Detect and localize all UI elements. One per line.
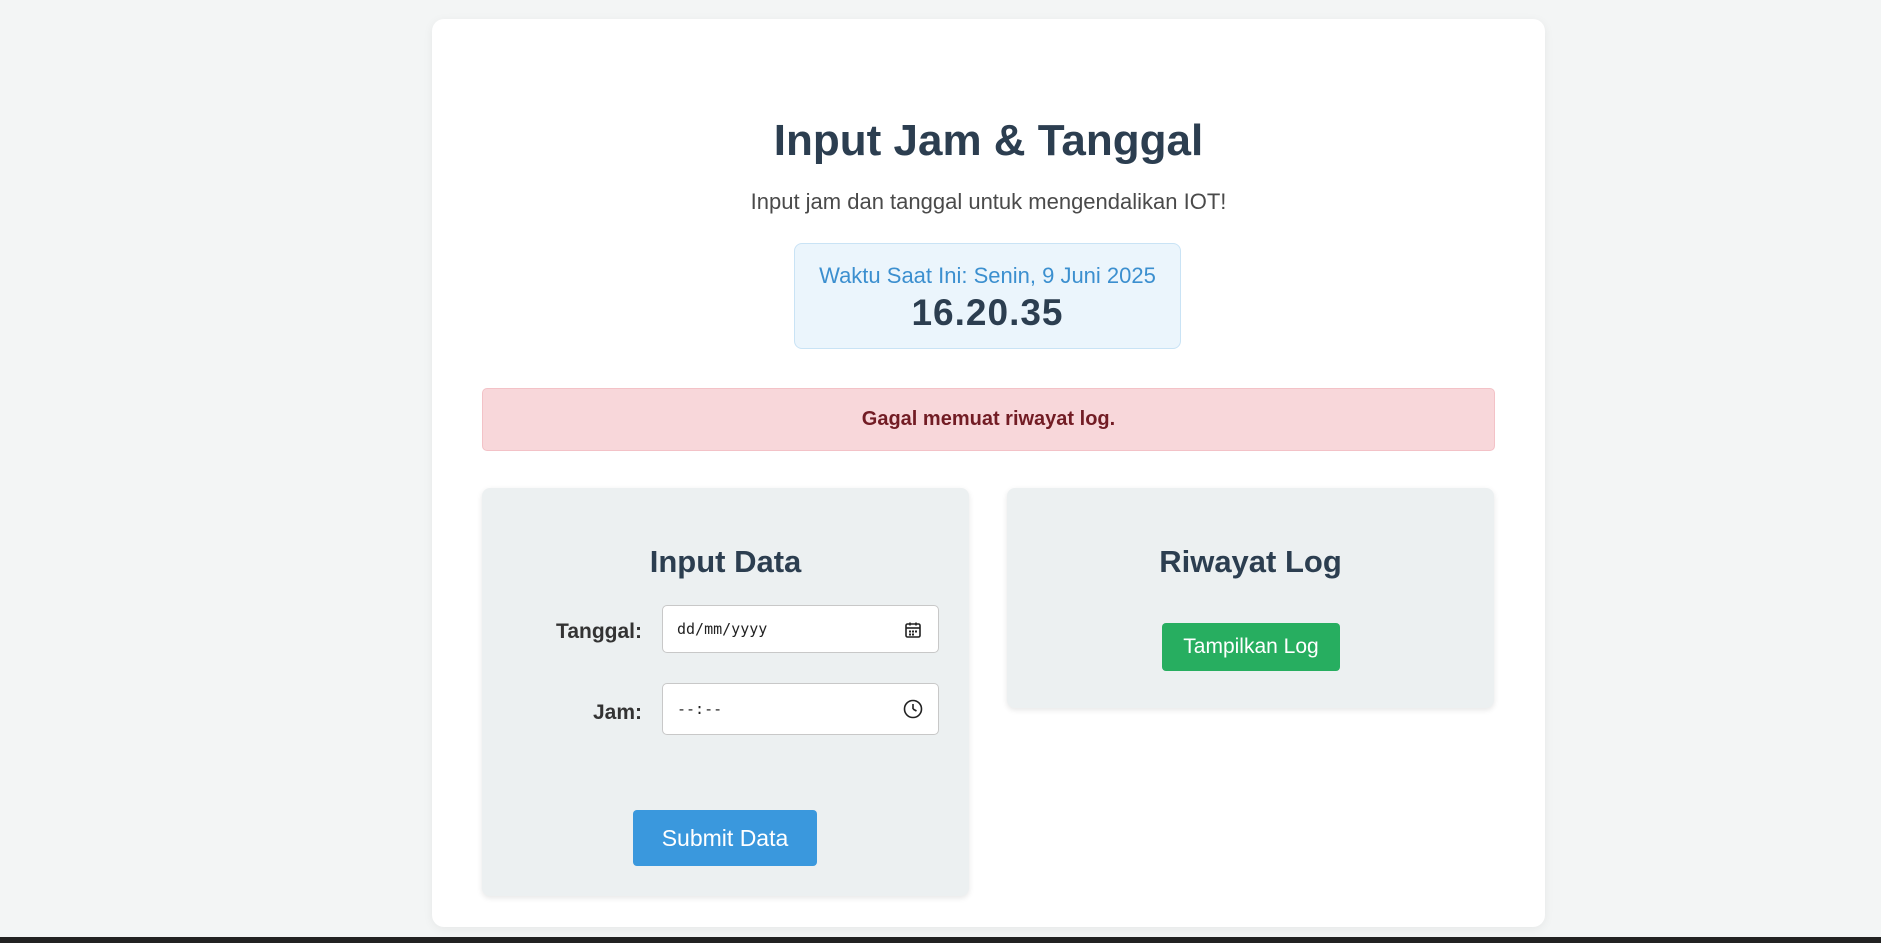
log-history-panel: Riwayat Log Tampilkan Log [1007, 488, 1494, 708]
current-time-box: Waktu Saat Ini: Senin, 9 Juni 2025 16.20… [794, 243, 1181, 349]
input-data-panel: Input Data Tanggal: dd/mm/yyyy Jam: --:-… [482, 488, 969, 896]
submit-button[interactable]: Submit Data [633, 810, 817, 866]
date-label: Tanggal: [556, 620, 642, 643]
time-placeholder: --:-- [677, 700, 723, 718]
current-date-label: Waktu Saat Ini: Senin, 9 Juni 2025 [819, 263, 1156, 288]
time-input[interactable]: --:-- [662, 683, 939, 735]
time-label: Jam: [592, 701, 642, 724]
page-title: Input Jam & Tanggal [773, 116, 1204, 165]
log-panel-title: Riwayat Log [1159, 544, 1342, 579]
show-log-button[interactable]: Tampilkan Log [1162, 623, 1340, 671]
current-time-value: 16.20.35 [911, 292, 1064, 333]
clock-icon[interactable] [903, 699, 923, 719]
error-alert: Gagal memuat riwayat log. [482, 388, 1495, 451]
input-panel-title: Input Data [649, 544, 802, 579]
date-placeholder: dd/mm/yyyy [677, 620, 768, 638]
bottom-edge-bar [0, 937, 1881, 943]
page-subtitle: Input jam dan tanggal untuk mengendalika… [750, 189, 1227, 214]
calendar-icon[interactable] [903, 620, 923, 640]
date-input[interactable]: dd/mm/yyyy [662, 605, 939, 653]
main-card: Input Jam & Tanggal Input jam dan tangga… [432, 19, 1545, 927]
